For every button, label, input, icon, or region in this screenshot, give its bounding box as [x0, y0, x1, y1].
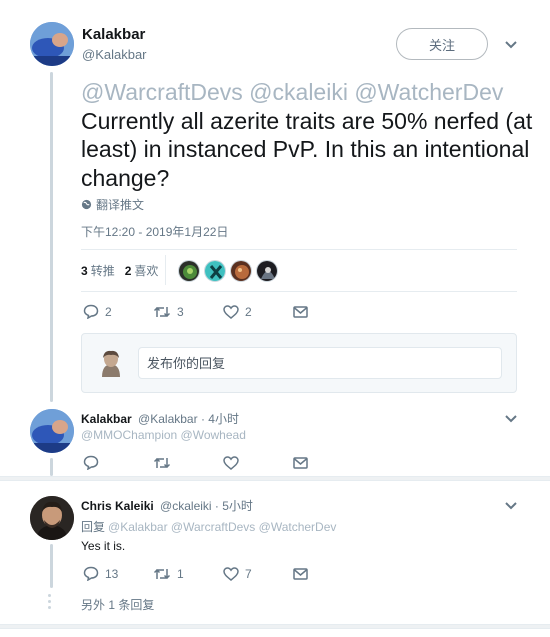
tweet-timestamp[interactable]: 下午12:20 - 2019年1月22日	[81, 223, 228, 240]
reply-author-name[interactable]: Chris Kaleiki	[81, 499, 154, 513]
reply-author-handle[interactable]: @ckaleiki	[160, 499, 212, 513]
avatar[interactable]	[30, 22, 74, 66]
avatar[interactable]	[30, 409, 74, 453]
reply-text: Yes it is.	[81, 539, 126, 553]
tweet-text: @WarcraftDevs @ckaleiki @WatcherDev Curr…	[81, 78, 541, 192]
direct-message-button[interactable]	[293, 305, 363, 318]
thread-line-mid	[50, 458, 53, 476]
chevron-down-icon[interactable]	[504, 414, 518, 424]
reply-author-name[interactable]: Kalakbar	[81, 412, 132, 426]
reply-author-handle[interactable]: @Kalakbar	[138, 412, 198, 426]
reply-to-mentions[interactable]: @Kalakbar @WarcraftDevs @WatcherDev	[108, 520, 336, 534]
reply-mentions[interactable]: @MMOChampion @Wowhead	[81, 428, 246, 442]
mail-icon	[293, 456, 308, 469]
reply-button[interactable]: 13	[83, 566, 153, 581]
liker-avatar[interactable]	[178, 260, 200, 282]
translate-label[interactable]: 翻译推文	[96, 196, 144, 213]
liker-avatar[interactable]	[204, 260, 226, 282]
reply-composer	[81, 333, 517, 393]
divider	[165, 255, 166, 285]
like-count: 2	[245, 304, 252, 319]
reply-time[interactable]: · 4小时	[201, 412, 239, 426]
tweet-mentions[interactable]: @WarcraftDevs @ckaleiki @WatcherDev	[81, 79, 503, 105]
tweet-actions: 2 3 2	[83, 304, 363, 319]
user-avatar	[98, 349, 124, 377]
retweet-icon	[153, 568, 171, 579]
reply-mentions: 回复 @Kalakbar @WarcraftDevs @WatcherDev	[81, 518, 336, 535]
globe-icon	[81, 199, 92, 210]
reply-actions	[83, 455, 363, 470]
retweet-icon	[153, 457, 171, 468]
translate-link[interactable]: 翻译推文	[81, 196, 144, 213]
more-replies-link[interactable]: 另外 1 条回复	[81, 596, 154, 613]
thread-line-top	[50, 72, 53, 402]
divider	[81, 249, 517, 250]
like-button[interactable]: 2	[223, 305, 293, 319]
heart-icon	[223, 455, 239, 470]
retweet-count: 1	[177, 566, 184, 581]
retweet-icon	[153, 306, 171, 317]
reply-count: 2	[105, 304, 112, 319]
chevron-down-icon[interactable]	[504, 40, 518, 50]
like-stat[interactable]: 2 喜欢	[125, 262, 159, 279]
reply-input[interactable]	[138, 347, 502, 379]
reply-actions: 13 1 7	[83, 566, 363, 581]
reply-icon	[83, 566, 99, 581]
like-count: 7	[245, 566, 252, 581]
retweet-button[interactable]: 1	[153, 567, 223, 581]
like-button[interactable]: 7	[223, 567, 293, 581]
avatar[interactable]	[30, 496, 74, 540]
section-separator	[0, 476, 550, 481]
direct-message-button[interactable]	[293, 567, 363, 580]
reply-icon	[83, 455, 99, 470]
retweet-stat[interactable]: 3 转推	[81, 262, 115, 279]
tweet-stats: 3 转推 2 喜欢	[81, 262, 158, 279]
author-handle[interactable]: @Kalakbar	[82, 47, 147, 62]
retweet-button[interactable]: 3	[153, 305, 223, 319]
tweet-body: Currently all azerite traits are 50% ner…	[81, 107, 533, 191]
reply-header: Kalakbar @Kalakbar · 4小时	[81, 410, 239, 427]
follow-button[interactable]: 关注	[396, 28, 488, 60]
reply-count: 13	[105, 566, 119, 581]
direct-message-button[interactable]	[293, 456, 363, 469]
more-replies-dots	[48, 594, 52, 612]
divider	[81, 291, 517, 292]
reply-button[interactable]	[83, 455, 153, 470]
liker-avatar[interactable]	[230, 260, 252, 282]
mail-icon	[293, 305, 308, 318]
retweet-button[interactable]	[153, 456, 223, 470]
reply-button[interactable]: 2	[83, 304, 153, 319]
reply-header: Chris Kaleiki @ckaleiki · 5小时	[81, 497, 253, 514]
reply-time[interactable]: · 5小时	[215, 499, 253, 513]
author-name[interactable]: Kalakbar	[82, 26, 145, 43]
like-button[interactable]	[223, 455, 293, 470]
retweet-count: 3	[177, 304, 184, 319]
mail-icon	[293, 567, 308, 580]
chevron-down-icon[interactable]	[504, 501, 518, 511]
thread-line-bottom	[50, 544, 53, 588]
reply-to-label: 回复	[81, 520, 106, 534]
liker-avatar[interactable]	[256, 260, 278, 282]
heart-icon	[223, 304, 239, 319]
section-separator	[0, 624, 550, 629]
reply-icon	[83, 304, 99, 319]
heart-icon	[223, 566, 239, 581]
